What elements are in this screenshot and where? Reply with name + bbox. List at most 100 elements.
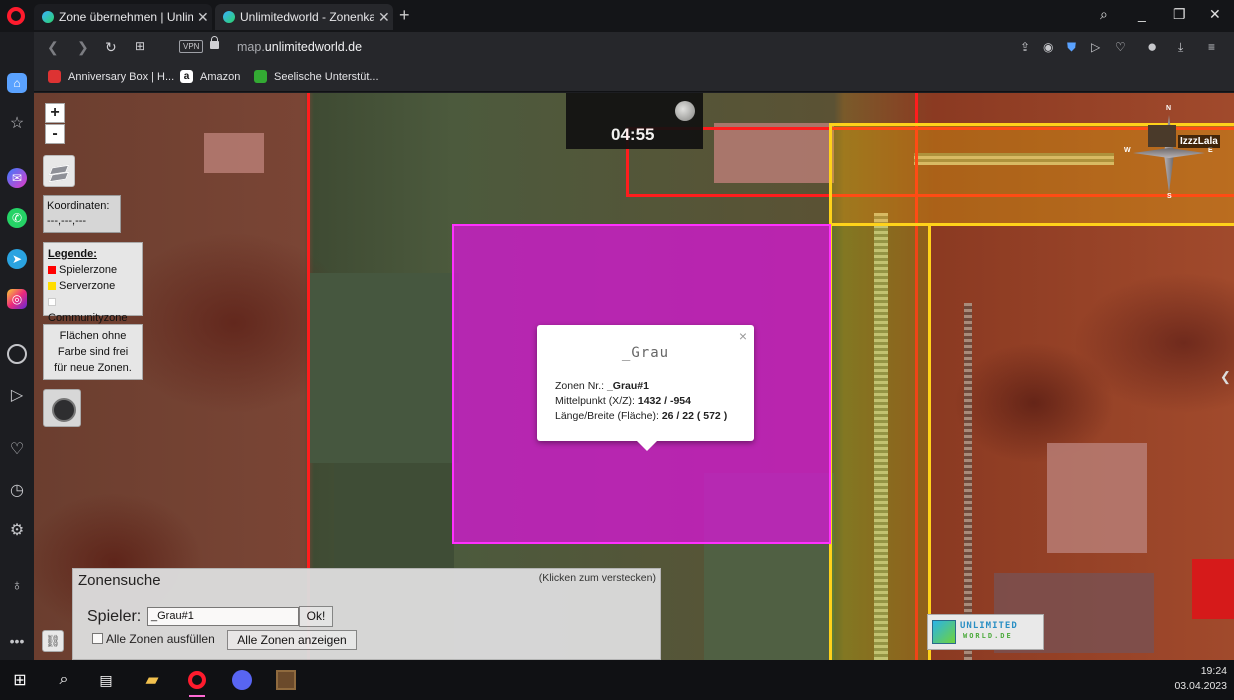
speed-dial-icon[interactable]: ⊞	[135, 39, 145, 53]
size-row: Länge/Breite (Fläche): 26 / 22 ( 572 )	[555, 409, 727, 424]
zoom-out-button[interactable]: -	[45, 124, 65, 144]
forest-area	[309, 273, 459, 463]
more-icon[interactable]: •••	[7, 631, 27, 651]
messenger-icon[interactable]: ✉	[7, 168, 27, 188]
legend-label: Serverzone	[59, 280, 116, 292]
popup-title: _Grau	[621, 345, 670, 361]
center-row: Mittelpunkt (X/Z): 1432 / -954	[555, 394, 727, 409]
legend-swatch	[48, 266, 56, 274]
legend-label: Communityzone	[48, 312, 128, 324]
opera-sidebar: ⌂ ☆ ✉ ✆ ➤ ◎ ▷ ♡ ◷ ⚙ ♁ •••	[0, 32, 34, 660]
profile-icon[interactable]: ●	[1147, 37, 1157, 57]
opera-taskbar-icon[interactable]	[185, 668, 209, 697]
size-value: 26 / 22 ( 572 )	[661, 410, 728, 422]
legend-swatch	[48, 282, 56, 290]
tab-zone-uebernehmen[interactable]: Zone übernehmen | Unlimi ✕	[34, 4, 212, 30]
shield-icon[interactable]: ⛊	[1067, 40, 1076, 55]
forward-icon[interactable]: ❯	[77, 39, 89, 56]
close-popup-button[interactable]: ×	[739, 328, 747, 344]
new-tab-icon[interactable]: +	[399, 5, 410, 26]
vpn-badge[interactable]: VPN	[179, 40, 204, 53]
minimize-icon[interactable]: _	[1138, 6, 1146, 22]
windows-start-icon[interactable]: ⊞	[8, 668, 32, 692]
whatsapp-icon[interactable]: ✆	[7, 208, 27, 228]
zone-search-title: Zonensuche	[78, 572, 161, 589]
show-all-zones-button[interactable]: Alle Zonen anzeigen	[227, 630, 357, 650]
bookmark-seelische-unterstuetzung[interactable]: Seelische Unterstüt...	[254, 70, 379, 83]
coordinates-value: ---,---,---	[47, 215, 87, 227]
hide-panel-link[interactable]: (Klicken zum verstecken)	[539, 572, 656, 584]
layers-button[interactable]	[43, 155, 75, 187]
tab-label: Unlimitedworld - Zonenkar	[240, 10, 374, 24]
legend-box: Legende: Spielerzone Serverzone Communit…	[43, 242, 143, 324]
moon-icon	[675, 101, 695, 121]
compass-needle	[1133, 148, 1205, 158]
history-icon[interactable]: ◷	[7, 480, 27, 500]
close-window-icon[interactable]: ✕	[1209, 6, 1221, 23]
discord-icon[interactable]	[230, 668, 254, 692]
bookmark-label: Seelische Unterstüt...	[274, 70, 379, 83]
info-line: für neue Zonen.	[54, 362, 132, 374]
building-block	[204, 133, 264, 173]
link-icon[interactable]: ⛓	[42, 630, 64, 652]
share-icon[interactable]: ⇪	[1020, 40, 1030, 54]
server-zone[interactable]	[829, 226, 931, 660]
fill-all-zones-checkbox[interactable]	[92, 633, 103, 644]
tab-label: Zone übernehmen | Unlimi	[59, 10, 193, 24]
collapse-panel-icon[interactable]: ❮	[1220, 369, 1234, 391]
star-icon[interactable]: ☆	[7, 113, 27, 133]
task-view-icon[interactable]: ▤	[94, 668, 118, 692]
gear-icon[interactable]: ⚙	[7, 520, 27, 540]
download-icon[interactable]: ⤓	[1178, 40, 1183, 55]
send-icon[interactable]: ▷	[7, 385, 27, 405]
bookmark-icon	[48, 70, 61, 83]
file-explorer-icon[interactable]: ▰	[140, 668, 164, 692]
tab-zonenkarte[interactable]: Unlimitedworld - Zonenkar ✕	[215, 4, 393, 30]
zone-info-popup: × _Grau Zonen Nr.: _Grau#1 Mittelpunkt (…	[537, 325, 754, 451]
telegram-icon[interactable]: ➤	[7, 249, 27, 269]
player-icon[interactable]	[7, 344, 27, 364]
bookmark-anniversary-box[interactable]: Anniversary Box | H...	[48, 70, 174, 83]
opera-logo-icon[interactable]	[7, 7, 25, 25]
system-clock[interactable]: 19:24 03.04.2023	[1174, 664, 1227, 694]
compass-rose: N S W E	[1124, 101, 1214, 201]
tab-bar: Zone übernehmen | Unlimi ✕ Unlimitedworl…	[0, 0, 1234, 32]
home-icon[interactable]: ⌂	[7, 73, 27, 93]
legend-item: Communityzone	[48, 294, 138, 326]
back-icon[interactable]: ❮	[47, 39, 59, 56]
size-label: Länge/Breite (Fläche):	[555, 410, 662, 422]
clock-time: 19:24	[1200, 665, 1227, 677]
zoom-in-button[interactable]: +	[45, 103, 65, 123]
ok-button[interactable]: Ok!	[299, 606, 333, 627]
bookmark-amazon[interactable]: a Amazon	[180, 70, 240, 83]
unlimitedworld-logo[interactable]: UNLIMITED WORLD.DE	[927, 614, 1044, 650]
lock-icon[interactable]	[210, 36, 219, 49]
url-field[interactable]: map.unlimitedworld.de	[237, 40, 362, 54]
fill-all-zones-label[interactable]: Alle Zonen ausfüllen	[106, 632, 215, 646]
heart-icon[interactable]: ♡	[7, 439, 27, 459]
zone-map[interactable]: + - Koordinaten: ---,---,--- Legende: Sp…	[34, 93, 1234, 660]
close-tab-icon[interactable]: ✕	[378, 9, 390, 26]
search-icon[interactable]: ⌕	[52, 668, 76, 692]
center-label: Mittelpunkt (X/Z):	[555, 395, 638, 407]
zone-nr-row: Zonen Nr.: _Grau#1	[555, 379, 727, 394]
camera-icon[interactable]: ◉	[1043, 40, 1053, 54]
close-tab-icon[interactable]: ✕	[197, 9, 209, 26]
compass-toggle-button[interactable]	[43, 389, 81, 427]
search-tabs-icon[interactable]: ⌕	[1100, 6, 1108, 23]
lightbulb-icon[interactable]: ♁	[7, 575, 27, 595]
compass-w: W	[1124, 147, 1131, 154]
instagram-icon[interactable]: ◎	[7, 289, 27, 309]
amazon-icon: a	[180, 70, 193, 83]
send-icon[interactable]: ▷	[1091, 40, 1100, 54]
legend-item: Spielerzone	[48, 262, 138, 278]
restore-icon[interactable]: ❐	[1173, 6, 1186, 23]
reload-icon[interactable]: ↻	[105, 39, 117, 56]
heart-icon[interactable]: ♡	[1115, 40, 1126, 54]
player-search-input[interactable]: _Grau#1	[147, 607, 299, 626]
player-marker[interactable]	[1148, 125, 1176, 147]
minecraft-icon[interactable]	[274, 668, 298, 692]
legend-swatch	[48, 298, 56, 306]
easy-setup-icon[interactable]: ≡	[1208, 40, 1215, 54]
zone-search-panel[interactable]: Zonensuche (Klicken zum verstecken) Spie…	[72, 568, 661, 660]
